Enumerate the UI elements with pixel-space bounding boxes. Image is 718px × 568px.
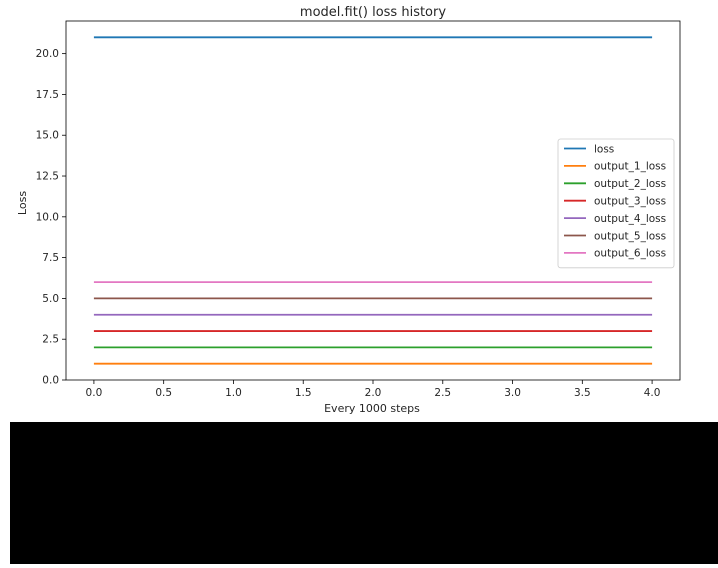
y-tick-label: 17.5: [36, 89, 59, 101]
legend: loss output_1_loss output_2_loss output_3_l…: [557, 138, 675, 269]
legend-label-output-4-loss: output_4_loss: [594, 213, 666, 225]
y-axis: 0.0 2.5 5.0 7.5 10.0 12.5 15.0 17.5 20.0: [36, 48, 66, 387]
legend-label-output-1-loss: output_1_loss: [594, 161, 666, 173]
x-tick-label: 4.0: [644, 387, 661, 399]
legend-label-output-2-loss: output_2_loss: [594, 178, 666, 190]
y-axis-label: Loss: [16, 191, 29, 215]
legend-label-output-3-loss: output_3_loss: [594, 196, 666, 208]
x-axis: 0.0 0.5 1.0 1.5 2.0 2.5 3.0 3.5 4.0: [86, 380, 661, 399]
x-tick-label: 0.0: [86, 387, 103, 399]
y-tick-label: 10.0: [36, 211, 59, 223]
y-tick-label: 12.5: [36, 171, 59, 183]
x-tick-label: 0.5: [155, 387, 172, 399]
x-tick-label: 1.0: [225, 387, 242, 399]
legend-label-output-5-loss: output_5_loss: [594, 230, 666, 242]
y-tick-label: 2.5: [42, 334, 59, 346]
legend-label-output-6-loss: output_6_loss: [594, 248, 666, 260]
y-tick-label: 15.0: [36, 130, 59, 142]
x-tick-label: 2.5: [434, 387, 451, 399]
x-tick-label: 1.5: [295, 387, 312, 399]
x-axis-label: Every 1000 steps: [324, 402, 420, 415]
redacted-output-panel: [10, 422, 718, 564]
legend-label-loss: loss: [594, 143, 614, 155]
y-tick-label: 20.0: [36, 48, 59, 60]
x-tick-label: 3.5: [574, 387, 591, 399]
y-tick-label: 0.0: [42, 375, 59, 387]
x-tick-label: 2.0: [365, 387, 382, 399]
y-tick-label: 7.5: [42, 252, 59, 264]
chart-title: model.fit() loss history: [300, 5, 446, 20]
y-tick-label: 5.0: [42, 293, 59, 305]
x-tick-label: 3.0: [504, 387, 521, 399]
